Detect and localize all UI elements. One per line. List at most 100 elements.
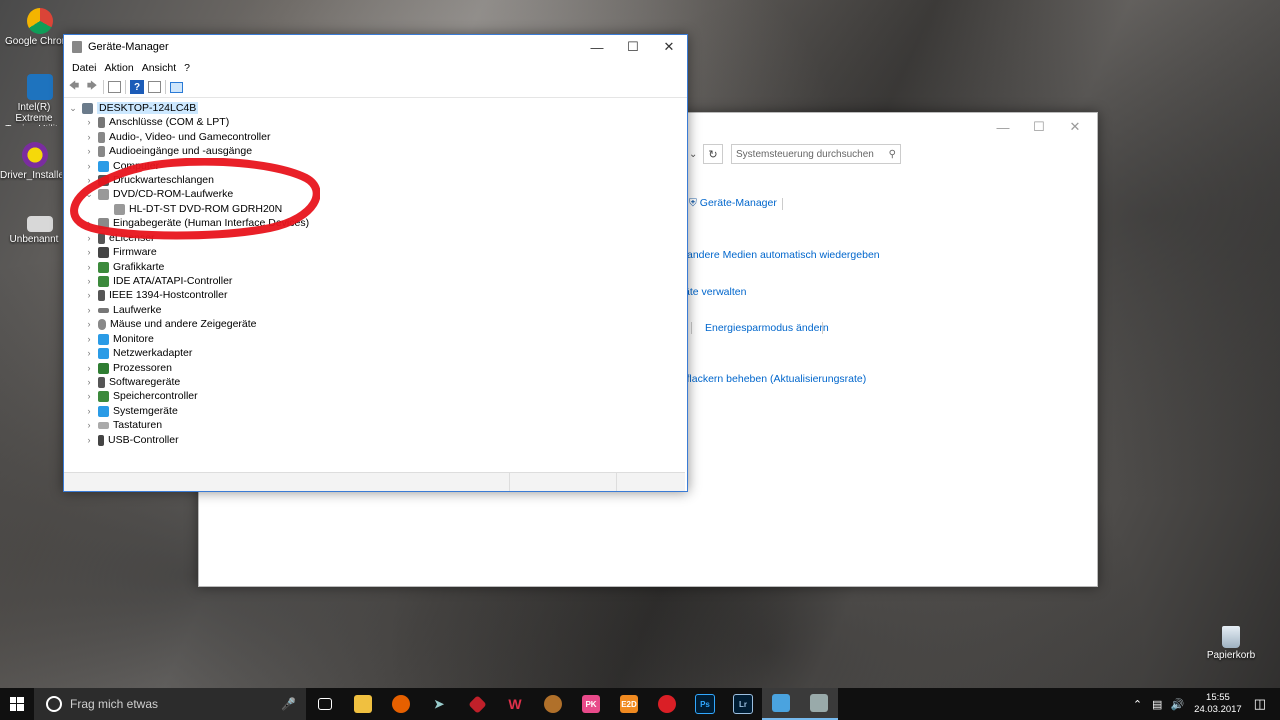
clock[interactable]: 15:55 24.03.2017 bbox=[1194, 692, 1242, 716]
tree-item[interactable]: › Laufwerke bbox=[84, 303, 162, 317]
chevron-right-icon[interactable]: › bbox=[84, 377, 94, 387]
chevron-right-icon[interactable]: › bbox=[84, 406, 94, 416]
link-devices[interactable]: äte verwalten bbox=[684, 286, 746, 298]
tree-item[interactable]: › Monitore bbox=[84, 332, 154, 346]
chevron-right-icon[interactable]: › bbox=[84, 435, 94, 445]
tree-item[interactable]: › Firmware bbox=[84, 245, 157, 259]
chevron-up-icon[interactable]: ⌃ bbox=[1133, 698, 1142, 711]
chevron-right-icon[interactable]: › bbox=[84, 348, 94, 358]
tree-item-label: Speichercontroller bbox=[113, 390, 198, 402]
chevron-right-icon[interactable]: › bbox=[84, 305, 94, 315]
lightroom-icon[interactable]: Lr bbox=[724, 688, 762, 720]
start-button[interactable] bbox=[0, 688, 34, 720]
help-icon[interactable]: ? bbox=[130, 80, 144, 94]
link-autoplay[interactable]: andere Medien automatisch wiedergeben bbox=[687, 249, 880, 261]
chevron-right-icon[interactable]: › bbox=[84, 132, 94, 142]
file-explorer-icon[interactable] bbox=[344, 688, 382, 720]
tree-item[interactable]: › Systemgeräte bbox=[84, 404, 178, 418]
device-manager-icon[interactable] bbox=[800, 688, 838, 720]
chevron-down-icon[interactable]: ⌄ bbox=[689, 149, 703, 160]
minimize-button[interactable]: — bbox=[579, 35, 615, 59]
forward-arrow-icon[interactable]: 🡆 bbox=[85, 80, 99, 94]
link-device-manager[interactable]: ⛨ Geräte-Manager bbox=[689, 197, 777, 210]
creative-cloud-icon[interactable] bbox=[648, 688, 686, 720]
chevron-right-icon[interactable]: › bbox=[84, 161, 94, 171]
tree-item[interactable]: › Audioeingänge und -ausgänge bbox=[84, 144, 253, 158]
microphone-icon[interactable]: 🎤 bbox=[281, 697, 296, 711]
title-bar[interactable]: Geräte-Manager — ☐ ✕ bbox=[64, 35, 687, 59]
menu-help[interactable]: ? bbox=[180, 62, 194, 74]
monitor-icon[interactable] bbox=[170, 81, 183, 93]
app-plane-icon[interactable]: ➤ bbox=[420, 688, 458, 720]
search-input[interactable]: Systemsteuerung durchsuchen ⚲ bbox=[731, 144, 901, 164]
tree-item[interactable]: › Computer bbox=[84, 159, 160, 173]
tree-item[interactable]: › Softwaregeräte bbox=[84, 375, 181, 389]
tree-item[interactable]: › Prozessoren bbox=[84, 361, 172, 375]
notification-center-icon[interactable]: ◫ bbox=[1254, 696, 1266, 712]
chevron-down-icon[interactable]: ⌄ bbox=[84, 189, 94, 200]
chevron-right-icon[interactable]: › bbox=[84, 276, 94, 286]
tree-item-expanded[interactable]: ⌄ DVD/CD-ROM-Laufwerke bbox=[84, 187, 233, 201]
chevron-right-icon[interactable]: › bbox=[84, 420, 94, 430]
chevron-right-icon[interactable]: › bbox=[84, 247, 94, 257]
desktop-icon-recycle-bin[interactable]: Papierkorb bbox=[1196, 626, 1266, 661]
chevron-right-icon[interactable]: › bbox=[84, 146, 94, 156]
chevron-right-icon[interactable]: › bbox=[84, 218, 94, 228]
device-manager-window[interactable]: Geräte-Manager — ☐ ✕ Datei Aktion Ansich… bbox=[63, 34, 688, 492]
tree-item[interactable]: › USB-Controller bbox=[84, 433, 179, 447]
menu-datei[interactable]: Datei bbox=[68, 62, 101, 74]
tree-item[interactable]: › Druckwarteschlangen bbox=[84, 173, 214, 187]
refresh-icon[interactable]: ↻ bbox=[703, 144, 723, 164]
app-pk-icon[interactable]: PK bbox=[572, 688, 610, 720]
chevron-right-icon[interactable]: › bbox=[84, 290, 94, 300]
photoshop-icon[interactable]: Ps bbox=[686, 688, 724, 720]
chevron-right-icon[interactable]: › bbox=[84, 334, 94, 344]
back-arrow-icon[interactable]: 🡄 bbox=[67, 80, 81, 94]
volume-icon[interactable]: 🔊 bbox=[1170, 698, 1184, 711]
menu-aktion[interactable]: Aktion bbox=[101, 62, 138, 74]
close-button[interactable]: ✕ bbox=[1057, 115, 1093, 139]
tree-item[interactable]: › Netzwerkadapter bbox=[84, 346, 193, 360]
tree-item[interactable]: › Tastaturen bbox=[84, 418, 163, 432]
tree-item[interactable]: › Audio-, Video- und Gamecontroller bbox=[84, 130, 271, 144]
app-round-icon[interactable] bbox=[534, 688, 572, 720]
tree-child-item[interactable]: HL-DT-ST DVD-ROM GDRH20N bbox=[114, 202, 282, 216]
tree-item[interactable]: › Grafikkarte bbox=[84, 260, 165, 274]
task-view-icon[interactable] bbox=[306, 688, 344, 720]
dvd-drive-icon bbox=[98, 188, 109, 200]
tree-item[interactable]: › Eingabegeräte (Human Interface Devices) bbox=[84, 216, 310, 230]
app-w-icon[interactable]: W bbox=[496, 688, 534, 720]
tree-item[interactable]: › Speichercontroller bbox=[84, 389, 198, 403]
chevron-right-icon[interactable]: › bbox=[84, 175, 94, 185]
tree-root[interactable]: ⌄ DESKTOP-124LC4B bbox=[68, 101, 199, 115]
view-icon[interactable] bbox=[148, 81, 161, 93]
app-red-icon[interactable] bbox=[458, 688, 496, 720]
close-button[interactable]: ✕ bbox=[651, 35, 687, 59]
minimize-button[interactable]: — bbox=[985, 115, 1021, 139]
chevron-right-icon[interactable]: › bbox=[84, 391, 94, 401]
tree-item[interactable]: › IEEE 1394-Hostcontroller bbox=[84, 288, 228, 302]
taskbar-search-input[interactable]: Frag mich etwas 🎤 bbox=[34, 688, 306, 720]
tree-item[interactable]: › IDE ATA/ATAPI-Controller bbox=[84, 274, 233, 288]
chevron-right-icon[interactable]: › bbox=[84, 262, 94, 272]
app-e2d-icon[interactable]: E2D bbox=[610, 688, 648, 720]
control-panel-icon[interactable] bbox=[762, 688, 800, 720]
tree-item[interactable]: › Anschlüsse (COM & LPT) bbox=[84, 115, 230, 129]
maximize-button[interactable]: ☐ bbox=[615, 35, 651, 59]
chevron-right-icon[interactable]: › bbox=[84, 117, 94, 127]
chevron-right-icon[interactable]: › bbox=[84, 233, 94, 243]
maximize-button[interactable]: ☐ bbox=[1021, 115, 1057, 139]
tree-item[interactable]: › Mäuse und andere Zeigegeräte bbox=[84, 317, 257, 331]
chevron-right-icon[interactable]: › bbox=[84, 319, 94, 329]
desktop-icon-driver-installer[interactable]: Driver_Installer bbox=[0, 142, 70, 181]
link-refresh-rate[interactable]: rflackern beheben (Aktualisierungsrate) bbox=[683, 373, 866, 385]
chevron-right-icon[interactable]: › bbox=[84, 363, 94, 373]
tree-item[interactable]: › eLicenser bbox=[84, 231, 155, 245]
properties-icon[interactable] bbox=[108, 81, 121, 93]
network-icon[interactable]: ▤ bbox=[1152, 698, 1162, 711]
link-power-saving[interactable]: Energiesparmodus ändern bbox=[705, 322, 829, 334]
firefox-icon[interactable] bbox=[382, 688, 420, 720]
menu-ansicht[interactable]: Ansicht bbox=[138, 62, 180, 74]
device-tree[interactable]: ⌄ DESKTOP-124LC4B › Anschlüsse (COM & LPT… bbox=[64, 99, 685, 467]
chevron-down-icon[interactable]: ⌄ bbox=[68, 103, 78, 114]
